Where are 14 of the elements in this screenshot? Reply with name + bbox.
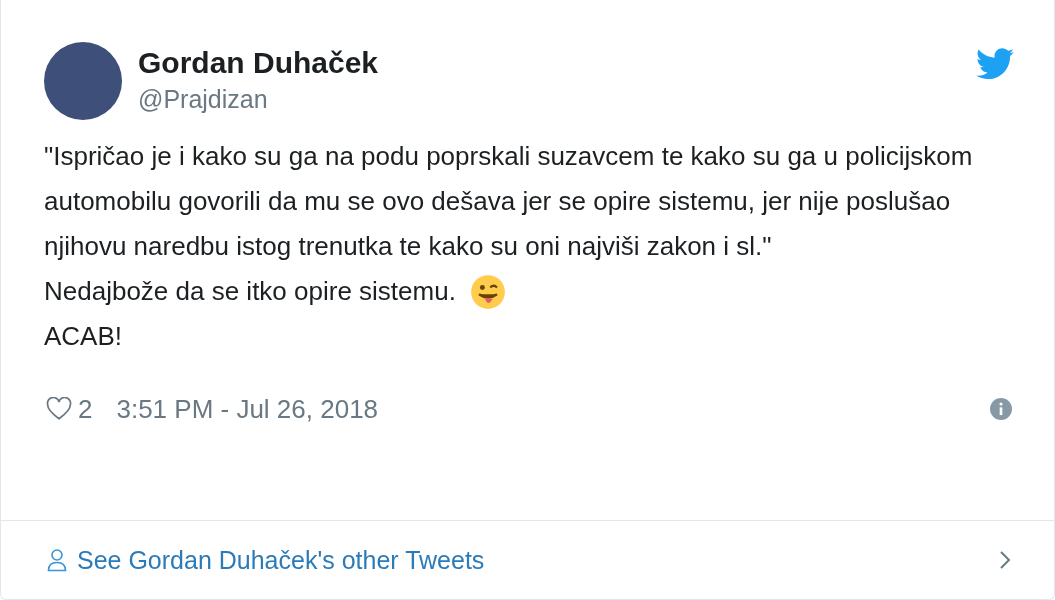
like-count: 2	[78, 393, 93, 425]
tweet-text: Nedajbože da se itko opire sistemu.	[44, 275, 456, 308]
person-icon	[47, 548, 67, 572]
chevron-icon	[999, 550, 1011, 570]
bird-icon[interactable]	[976, 48, 1014, 80]
author-handle[interactable]: @Prajdizan	[138, 82, 379, 116]
author-name[interactable]: Gordan Duhaček	[138, 44, 379, 82]
tweet-text: "Ispričao je i kako su ga na podu poprskali suzavcem te kako su ga u policijskom automobilu govorili da mu se ovo dešava jer se opire sistemu, jer nije poslušao njihovu naredbu istog trenutka te kako su oni najviši zakon i sl."	[44, 140, 974, 263]
other-tweets-link[interactable]: See Gordan Duhaček's other Tweets	[1, 520, 1054, 599]
tweet-text: ACAB!	[44, 320, 124, 353]
tweet-timestamp[interactable]: 3:51 PM - Jul 26, 2018	[116, 393, 379, 425]
info-icon[interactable]	[990, 398, 1012, 420]
heart-icon[interactable]	[46, 397, 72, 421]
winking-tongue-emoji-icon	[469, 273, 506, 310]
